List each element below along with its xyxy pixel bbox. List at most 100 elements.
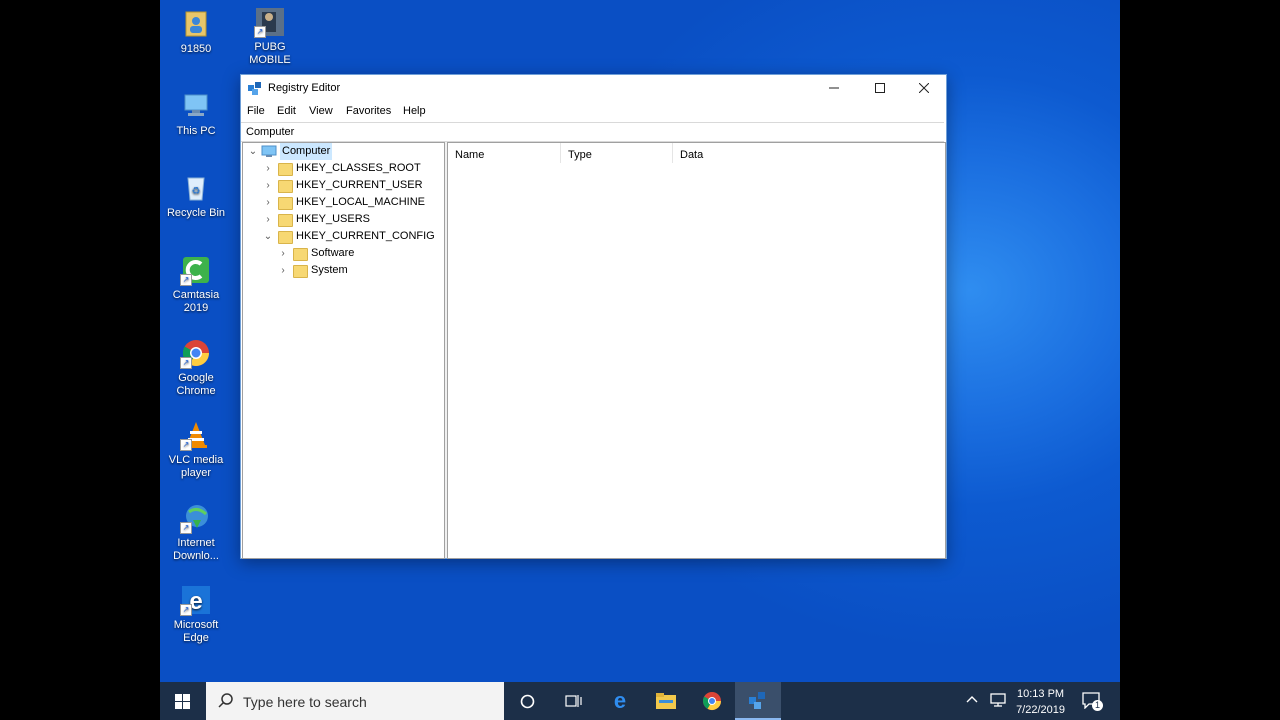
- clock[interactable]: 10:13 PM 7/22/2019: [1016, 686, 1065, 718]
- taskbar-edge-button[interactable]: e: [597, 682, 643, 720]
- search-icon: [218, 693, 233, 708]
- clock-date: 7/22/2019: [1016, 704, 1065, 716]
- desktop-icon-pubg[interactable]: ↗ PUBG MOBILE: [234, 6, 306, 67]
- menu-bar: File Edit View Favorites Help: [241, 102, 946, 122]
- tree-node-system[interactable]: › System: [243, 262, 443, 279]
- tree-node-hkey-local-machine[interactable]: › HKEY_LOCAL_MACHINE: [243, 194, 443, 211]
- tree-node-hkey-current-user[interactable]: › HKEY_CURRENT_USER: [243, 177, 443, 194]
- desktop: 91850 ↗ PUBG MOBILE This PC ♻ Recycle Bi…: [160, 0, 1120, 720]
- column-header-name[interactable]: Name: [448, 143, 561, 163]
- minimize-icon: [829, 87, 839, 89]
- column-header-type[interactable]: Type: [561, 143, 673, 163]
- minimize-button[interactable]: [812, 75, 856, 102]
- column-header-data[interactable]: Data: [673, 143, 945, 163]
- tree-node-label: HKEY_USERS: [296, 213, 370, 225]
- user-folder-icon: [180, 8, 212, 40]
- cortana-circle-icon: [520, 694, 535, 709]
- desktop-icon-this-pc[interactable]: This PC: [160, 90, 232, 138]
- file-explorer-icon: [656, 693, 676, 709]
- taskbar-search-box[interactable]: Type here to search: [206, 682, 504, 720]
- key-tree-pane[interactable]: ⌄ Computer › HKEY_CLASSES_ROOT › HKEY_CU…: [242, 142, 445, 559]
- chevron-right-icon[interactable]: ›: [278, 245, 288, 262]
- values-list-pane[interactable]: Name Type Data: [447, 142, 946, 559]
- chevron-right-icon[interactable]: ›: [263, 160, 273, 177]
- notification-count-badge: 1: [1092, 700, 1103, 711]
- desktop-icon-label: Google Chrome: [176, 372, 216, 397]
- folder-icon: [293, 265, 308, 278]
- clock-time: 10:13 PM: [1016, 688, 1065, 700]
- address-text: Computer: [246, 126, 295, 138]
- folder-icon: [278, 180, 293, 193]
- folder-icon: [293, 248, 308, 261]
- tree-node-hkey-classes-root[interactable]: › HKEY_CLASSES_ROOT: [243, 160, 443, 177]
- taskbar-chrome-button[interactable]: [689, 682, 735, 720]
- recycle-bin-icon: ♻: [180, 172, 212, 204]
- desktop-icon-camtasia[interactable]: ↗ Camtasia 2019: [160, 254, 232, 315]
- cortana-button[interactable]: [504, 682, 550, 720]
- address-bar[interactable]: Computer: [241, 122, 944, 142]
- tree-node-computer[interactable]: ⌄ Computer: [243, 143, 443, 160]
- network-icon: [990, 693, 1006, 707]
- action-center-button[interactable]: 1: [1081, 691, 1103, 711]
- desktop-icon-recycle-bin[interactable]: ♻ Recycle Bin: [160, 172, 232, 220]
- chevron-down-icon[interactable]: ⌄: [263, 228, 273, 245]
- taskbar-file-explorer-button[interactable]: [643, 682, 689, 720]
- desktop-icon-label: Recycle Bin: [166, 207, 226, 219]
- network-button[interactable]: [990, 692, 1008, 713]
- folder-icon: [278, 214, 293, 227]
- menu-file[interactable]: File: [247, 105, 265, 117]
- chevron-right-icon[interactable]: ›: [263, 211, 273, 228]
- desktop-icon-label: PUBG MOBILE: [249, 41, 291, 66]
- folder-icon: [278, 197, 293, 210]
- start-button[interactable]: [160, 682, 206, 720]
- chevron-right-icon[interactable]: ›: [263, 177, 273, 194]
- registry-editor-window[interactable]: Registry Editor File Edit View Favorites…: [240, 74, 947, 559]
- title-bar[interactable]: Registry Editor: [241, 75, 946, 102]
- desktop-icon-label: 91850: [180, 43, 212, 55]
- menu-edit[interactable]: Edit: [277, 105, 296, 117]
- idm-icon: ↗: [180, 502, 212, 534]
- maximize-button[interactable]: [858, 75, 902, 102]
- tree-node-software[interactable]: › Software: [243, 245, 443, 262]
- menu-help[interactable]: Help: [403, 105, 426, 117]
- window-title: Registry Editor: [268, 82, 341, 94]
- computer-icon: [180, 90, 212, 122]
- task-view-icon: [565, 695, 582, 707]
- desktop-icon-label: Microsoft Edge: [173, 619, 219, 644]
- chevron-right-icon[interactable]: ›: [263, 194, 273, 211]
- desktop-icon-label: Internet Downlo...: [173, 537, 219, 562]
- tree-node-hkey-users[interactable]: › HKEY_USERS: [243, 211, 443, 228]
- menu-view[interactable]: View: [309, 105, 333, 117]
- chevron-down-icon[interactable]: ⌄: [248, 143, 258, 160]
- task-view-button[interactable]: [550, 682, 596, 720]
- desktop-icon-chrome[interactable]: ↗ Google Chrome: [160, 337, 232, 398]
- menu-favorites[interactable]: Favorites: [346, 105, 391, 117]
- close-icon: [918, 82, 930, 94]
- desktop-icon-idm[interactable]: ↗ Internet Downlo...: [160, 502, 232, 563]
- folder-icon: [278, 163, 293, 176]
- shortcut-arrow-icon: ↗: [180, 357, 192, 369]
- shortcut-arrow-icon: ↗: [180, 274, 192, 286]
- search-placeholder: Type here to search: [243, 694, 367, 710]
- shortcut-arrow-icon: ↗: [180, 604, 192, 616]
- desktop-icon-vlc[interactable]: ↗ VLC media player: [160, 419, 232, 480]
- edge-icon: e ↗: [180, 584, 212, 616]
- desktop-icon-91850[interactable]: 91850: [160, 8, 232, 56]
- tree-node-hkey-current-config[interactable]: ⌄ HKEY_CURRENT_CONFIG: [243, 228, 443, 245]
- close-button[interactable]: [902, 75, 946, 102]
- maximize-icon: [875, 83, 885, 93]
- taskbar: Type here to search e 10:13 PM 7/22/2019…: [160, 682, 1120, 720]
- registry-editor-icon: [749, 692, 765, 709]
- tree-node-label: HKEY_CURRENT_USER: [296, 179, 423, 191]
- edge-icon: e: [614, 690, 626, 712]
- taskbar-registry-editor-button[interactable]: [735, 682, 781, 720]
- show-hidden-icons-button[interactable]: [965, 692, 979, 711]
- windows-logo-icon: [175, 694, 190, 709]
- shortcut-arrow-icon: ↗: [254, 26, 266, 38]
- camtasia-icon: ↗: [180, 254, 212, 286]
- folder-icon: [278, 231, 293, 244]
- chrome-icon: [702, 692, 721, 711]
- tree-node-label: HKEY_LOCAL_MACHINE: [296, 196, 425, 208]
- chevron-right-icon[interactable]: ›: [278, 262, 288, 279]
- desktop-icon-edge[interactable]: e ↗ Microsoft Edge: [160, 584, 232, 645]
